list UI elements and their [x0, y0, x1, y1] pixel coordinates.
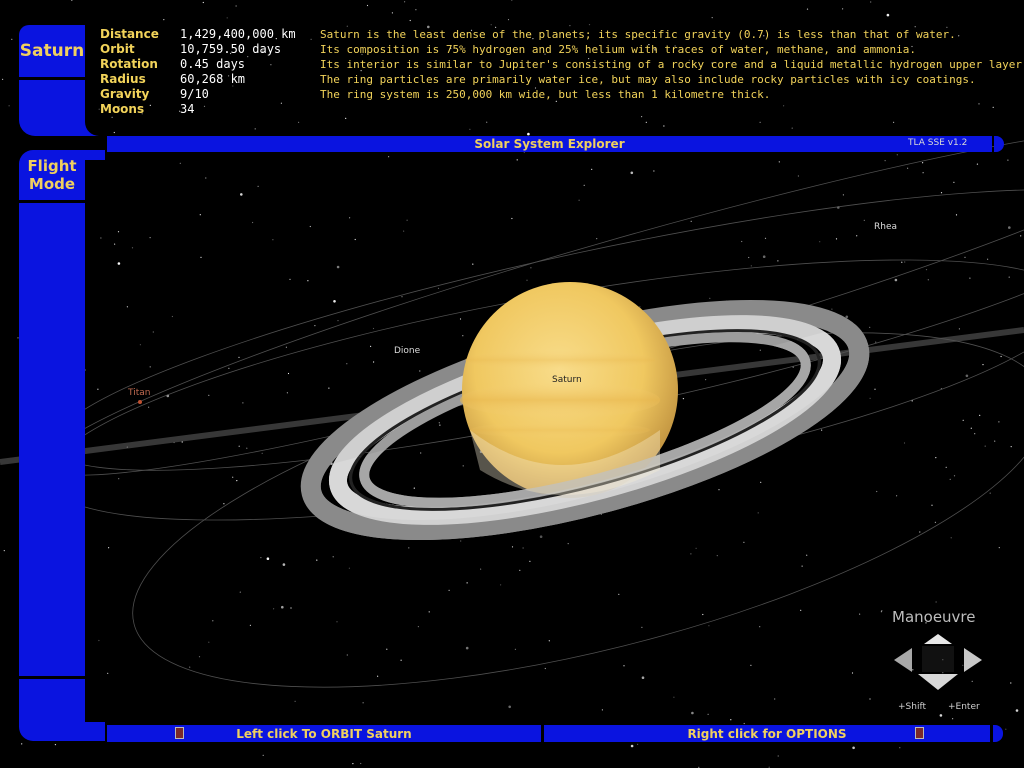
titan-marker[interactable]	[138, 400, 142, 404]
right-toggle-marker[interactable]	[915, 727, 924, 739]
stat-label-rotation: Rotation	[100, 57, 158, 71]
stat-value-distance: 1,429,400,000 km	[180, 27, 296, 41]
stats-values: 1,429,400,000 km 10,759.50 days 0.45 day…	[180, 27, 315, 117]
fact-line: Saturn is the least dense of the planets…	[320, 28, 956, 41]
stat-value-orbit: 10,759.50 days	[180, 42, 282, 56]
fact-line: The ring particles are primarily water i…	[320, 73, 976, 86]
options-action-label: Right click for OPTIONS	[687, 726, 847, 741]
flight-mode-label: Flight Mode	[27, 157, 77, 193]
title-bar: Solar System Explorer	[107, 136, 992, 152]
manoeuvre-pad[interactable]	[890, 630, 986, 694]
stat-label-gravity: Gravity	[100, 87, 150, 101]
planet-label-saturn[interactable]: Saturn	[552, 375, 582, 385]
fact-line: Its composition is 75% hydrogen and 25% …	[320, 43, 917, 56]
left-frame-bottom-elbow	[85, 722, 105, 741]
manoeuvre-title: Manoeuvre	[892, 608, 976, 626]
stat-value-rotation: 0.45 days	[180, 57, 246, 71]
orbit-action-label: Left click To ORBIT Saturn	[236, 726, 412, 741]
fact-line: Its interior is similar to Jupiter's con…	[320, 58, 1024, 71]
app-title: Solar System Explorer	[474, 137, 625, 151]
moon-label-rhea[interactable]: Rhea	[874, 222, 897, 232]
facts-list: Saturn is the least dense of the planets…	[320, 27, 1024, 102]
stat-value-moons: 34	[180, 102, 195, 116]
left-frame-mid-elbow	[85, 150, 105, 160]
shift-hint: +Shift	[898, 702, 926, 712]
arrow-down-icon[interactable]	[918, 674, 958, 690]
stat-label-moons: Moons	[100, 102, 145, 116]
arrow-left-icon[interactable]	[894, 648, 912, 672]
stat-value-radius: 60,268 km	[180, 72, 246, 86]
stat-label-radius: Radius	[100, 72, 146, 86]
stat-label-distance: Distance	[100, 27, 159, 41]
fact-line: The ring system is 250,000 km wide, but …	[320, 88, 771, 101]
left-toggle-marker[interactable]	[175, 727, 184, 739]
left-frame-column	[19, 203, 85, 676]
arrow-up-icon[interactable]	[924, 634, 952, 644]
version-label: TLA SSE v1.2	[908, 138, 968, 148]
moon-label-dione[interactable]: Dione	[394, 346, 420, 356]
planet-button[interactable]: Saturn	[19, 25, 85, 77]
arrow-right-icon[interactable]	[964, 648, 982, 672]
left-frame-top	[19, 80, 85, 136]
moon-label-titan[interactable]: Titan	[128, 388, 150, 398]
stats-labels: Distance Orbit Rotation Radius Gravity M…	[100, 27, 180, 117]
stat-label-orbit: Orbit	[100, 42, 135, 56]
orbit-action-bar[interactable]: Left click To ORBIT Saturn	[107, 725, 541, 742]
stat-value-gravity: 9/10	[180, 87, 209, 101]
planet-button-label: Saturn	[19, 41, 85, 61]
flight-mode-button[interactable]: Flight Mode	[19, 150, 85, 200]
enter-hint: +Enter	[948, 702, 980, 712]
left-frame-bottom[interactable]	[19, 679, 85, 741]
